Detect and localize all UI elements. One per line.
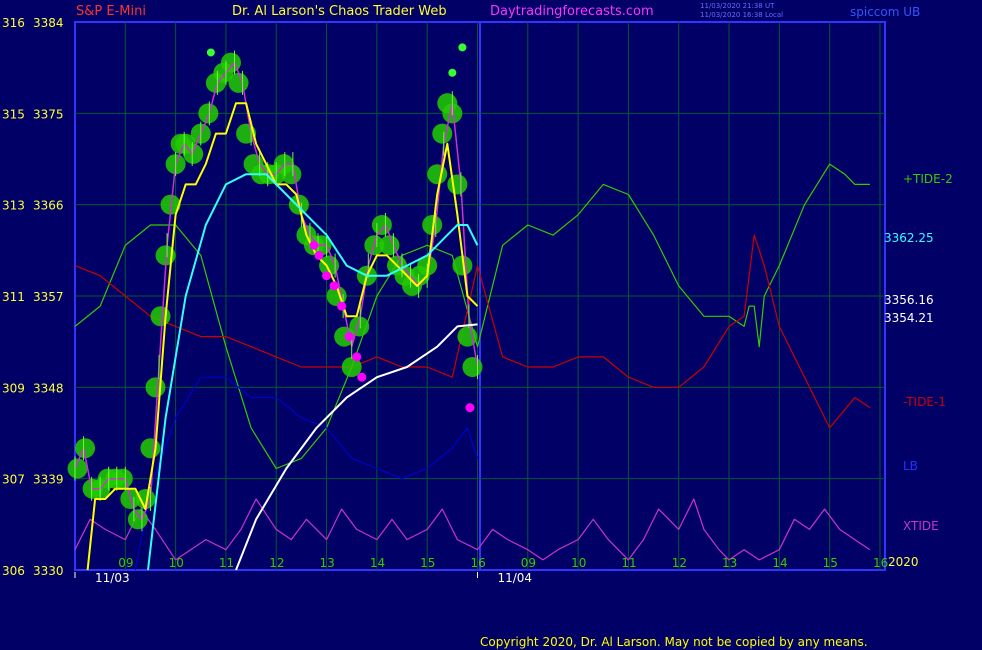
y-tick-label-left: 315 [2, 107, 25, 121]
y-tick-label-left: 309 [2, 381, 25, 395]
x-day-label: 11/03 [95, 571, 130, 585]
series-xtide [74, 498, 871, 561]
x-tick-label: 15 [823, 556, 838, 570]
flower-dot [198, 103, 219, 124]
copyright-notice: Copyright 2020, Dr. Al Larson. May not b… [480, 635, 868, 649]
flower-dot [462, 357, 483, 378]
x-tick-label: 10 [169, 556, 184, 570]
flower-dot [432, 123, 453, 144]
room-suffix: UB [903, 5, 921, 19]
x-tick-label: 13 [320, 556, 335, 570]
x-tick-label: 13 [722, 556, 737, 570]
magenta-dot [309, 240, 319, 250]
label-ema-slow-value: 3362.25 [884, 231, 934, 245]
flower-dot [150, 306, 171, 327]
magenta-dot [314, 250, 324, 260]
magenta-dot [357, 372, 367, 382]
site-title: Dr. Al Larson's Chaos Trader Web [232, 4, 447, 19]
flower-dot [457, 326, 478, 347]
y-tick-label-left: 307 [2, 473, 25, 487]
flower-dot [228, 72, 249, 93]
label-tide-minus: -TIDE-1 [903, 395, 946, 409]
label-ema-long-value: 3354.21 [884, 311, 934, 325]
timestamp-utc: 11/03/2020 21:38 UT [700, 2, 775, 10]
room-name: spiccom [850, 5, 900, 19]
magenta-dot [329, 281, 339, 291]
y-tick-label-left: 306 [2, 564, 25, 578]
y-tick-label-right: 3330 [33, 564, 64, 578]
flower-dot [427, 164, 448, 185]
series-lb [134, 376, 479, 571]
peak-dot [458, 43, 467, 52]
peak-dot [448, 68, 457, 77]
flower-dot [447, 174, 468, 195]
room-label: spiccom UB [850, 5, 920, 19]
magenta-dot [344, 332, 354, 342]
site-url[interactable]: Daytradingforecasts.com [490, 4, 654, 19]
magenta-dot [322, 271, 332, 281]
magenta-dot [352, 352, 362, 362]
x-tick-label: 14 [772, 556, 787, 570]
label-tide-plus: +TIDE-2 [903, 172, 953, 186]
peak-dot [206, 48, 215, 57]
y-tick-label-left: 311 [2, 290, 25, 304]
y-tick-label-right: 3375 [33, 107, 64, 121]
flower-dots [67, 52, 483, 530]
x-tick-label: 16 [873, 556, 888, 570]
x-tick-label: 11 [621, 556, 636, 570]
y-tick-label-right: 3384 [33, 16, 64, 30]
x-tick-label: 15 [420, 556, 435, 570]
flower-dot [140, 438, 161, 459]
year-label: 2020 [888, 555, 919, 569]
label-lb: LB [903, 459, 918, 473]
timestamp-local: 11/03/2020 16:38 Local [700, 11, 784, 19]
x-tick-label: 16 [470, 556, 485, 570]
chart: 306 3330 307 3339 309 3348 311 3357 313 3366 315 33… [2, 16, 888, 585]
label-ema-fast-value: 3356.16 [884, 293, 934, 307]
y-tick-label-left: 313 [2, 199, 25, 213]
x-tick-label: 12 [269, 556, 284, 570]
series-tide-plus [74, 163, 870, 470]
x-tick-label: 09 [521, 556, 536, 570]
y-tick-label-right: 3339 [33, 473, 64, 487]
label-xtide: XTIDE [903, 519, 939, 533]
y-tick-label-right: 3357 [33, 290, 64, 304]
y-tick-label-right: 3348 [33, 381, 64, 395]
x-day-label: 11/04 [497, 571, 532, 585]
x-tick-label: 12 [672, 556, 687, 570]
x-tick-label: 14 [370, 556, 385, 570]
flower-dot [145, 377, 166, 398]
magenta-dot [465, 403, 475, 413]
y-tick-label-left: 316 [2, 16, 25, 30]
x-tick-label: 11 [219, 556, 234, 570]
x-tick-label: 10 [571, 556, 586, 570]
y-tick-label-right: 3366 [33, 199, 64, 213]
x-tick-label: 09 [118, 556, 133, 570]
magenta-dot [337, 301, 347, 311]
instrument-title: S&P E-Mini [76, 4, 146, 19]
